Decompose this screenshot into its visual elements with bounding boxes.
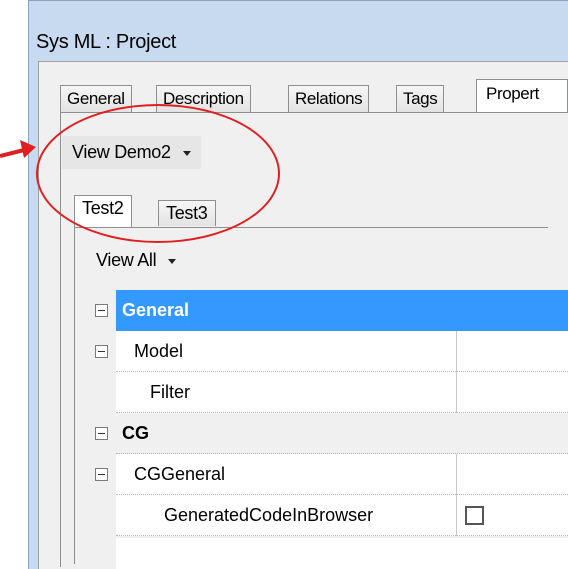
- tab-description[interactable]: Description: [156, 85, 251, 112]
- tab-properties[interactable]: Propert: [476, 79, 568, 112]
- dropdown-arrow-icon: [168, 258, 177, 264]
- annotation-arrow-icon: [0, 140, 36, 158]
- grid-row-generatedcodeinbrowser[interactable]: GeneratedCodeInBrowser: [87, 495, 568, 536]
- property-grid: General Model Filter CG CGGeneral Genera…: [87, 290, 568, 536]
- collapse-icon[interactable]: [95, 304, 108, 317]
- expander-cell: [87, 331, 115, 372]
- row-label: CGGeneral: [116, 454, 456, 495]
- tab-tags[interactable]: Tags: [396, 85, 445, 112]
- tab-test3[interactable]: Test3: [158, 200, 216, 226]
- row-value[interactable]: [456, 331, 568, 372]
- row-value[interactable]: [456, 372, 568, 413]
- grid-row-model[interactable]: Model: [87, 331, 568, 372]
- row-label: CG: [116, 413, 568, 454]
- grid-row-general[interactable]: General: [87, 290, 568, 331]
- expander-cell: [87, 372, 115, 413]
- row-label: Filter: [116, 372, 456, 413]
- collapse-icon[interactable]: [95, 345, 108, 358]
- row-label: General: [116, 290, 568, 331]
- window-title: Sys ML : Project: [36, 31, 177, 53]
- view-dropdown[interactable]: View Demo2: [62, 136, 201, 169]
- grid-empty-area: [116, 538, 568, 569]
- view-all-dropdown[interactable]: View All: [86, 244, 187, 277]
- tab-general[interactable]: General: [60, 85, 132, 112]
- view-dropdown-label: View Demo2: [72, 142, 171, 162]
- row-value[interactable]: [456, 454, 568, 495]
- generated-code-checkbox[interactable]: [465, 506, 484, 525]
- expander-cell: [87, 495, 115, 536]
- grid-row-cggeneral[interactable]: CGGeneral: [87, 454, 568, 495]
- expander-cell: [87, 454, 115, 495]
- row-label: Model: [116, 331, 456, 372]
- collapse-icon[interactable]: [95, 468, 108, 481]
- tab-relations[interactable]: Relations: [288, 85, 370, 112]
- expander-cell: [87, 413, 115, 454]
- expander-cell: [87, 290, 115, 331]
- view-all-label: View All: [96, 250, 157, 270]
- dropdown-arrow-icon: [182, 150, 191, 156]
- grid-row-filter[interactable]: Filter: [87, 372, 568, 413]
- row-value: [456, 495, 568, 536]
- row-label: GeneratedCodeInBrowser: [116, 495, 456, 536]
- tab-test2[interactable]: Test2: [74, 195, 132, 228]
- grid-row-cg[interactable]: CG: [87, 413, 568, 454]
- collapse-icon[interactable]: [95, 427, 108, 440]
